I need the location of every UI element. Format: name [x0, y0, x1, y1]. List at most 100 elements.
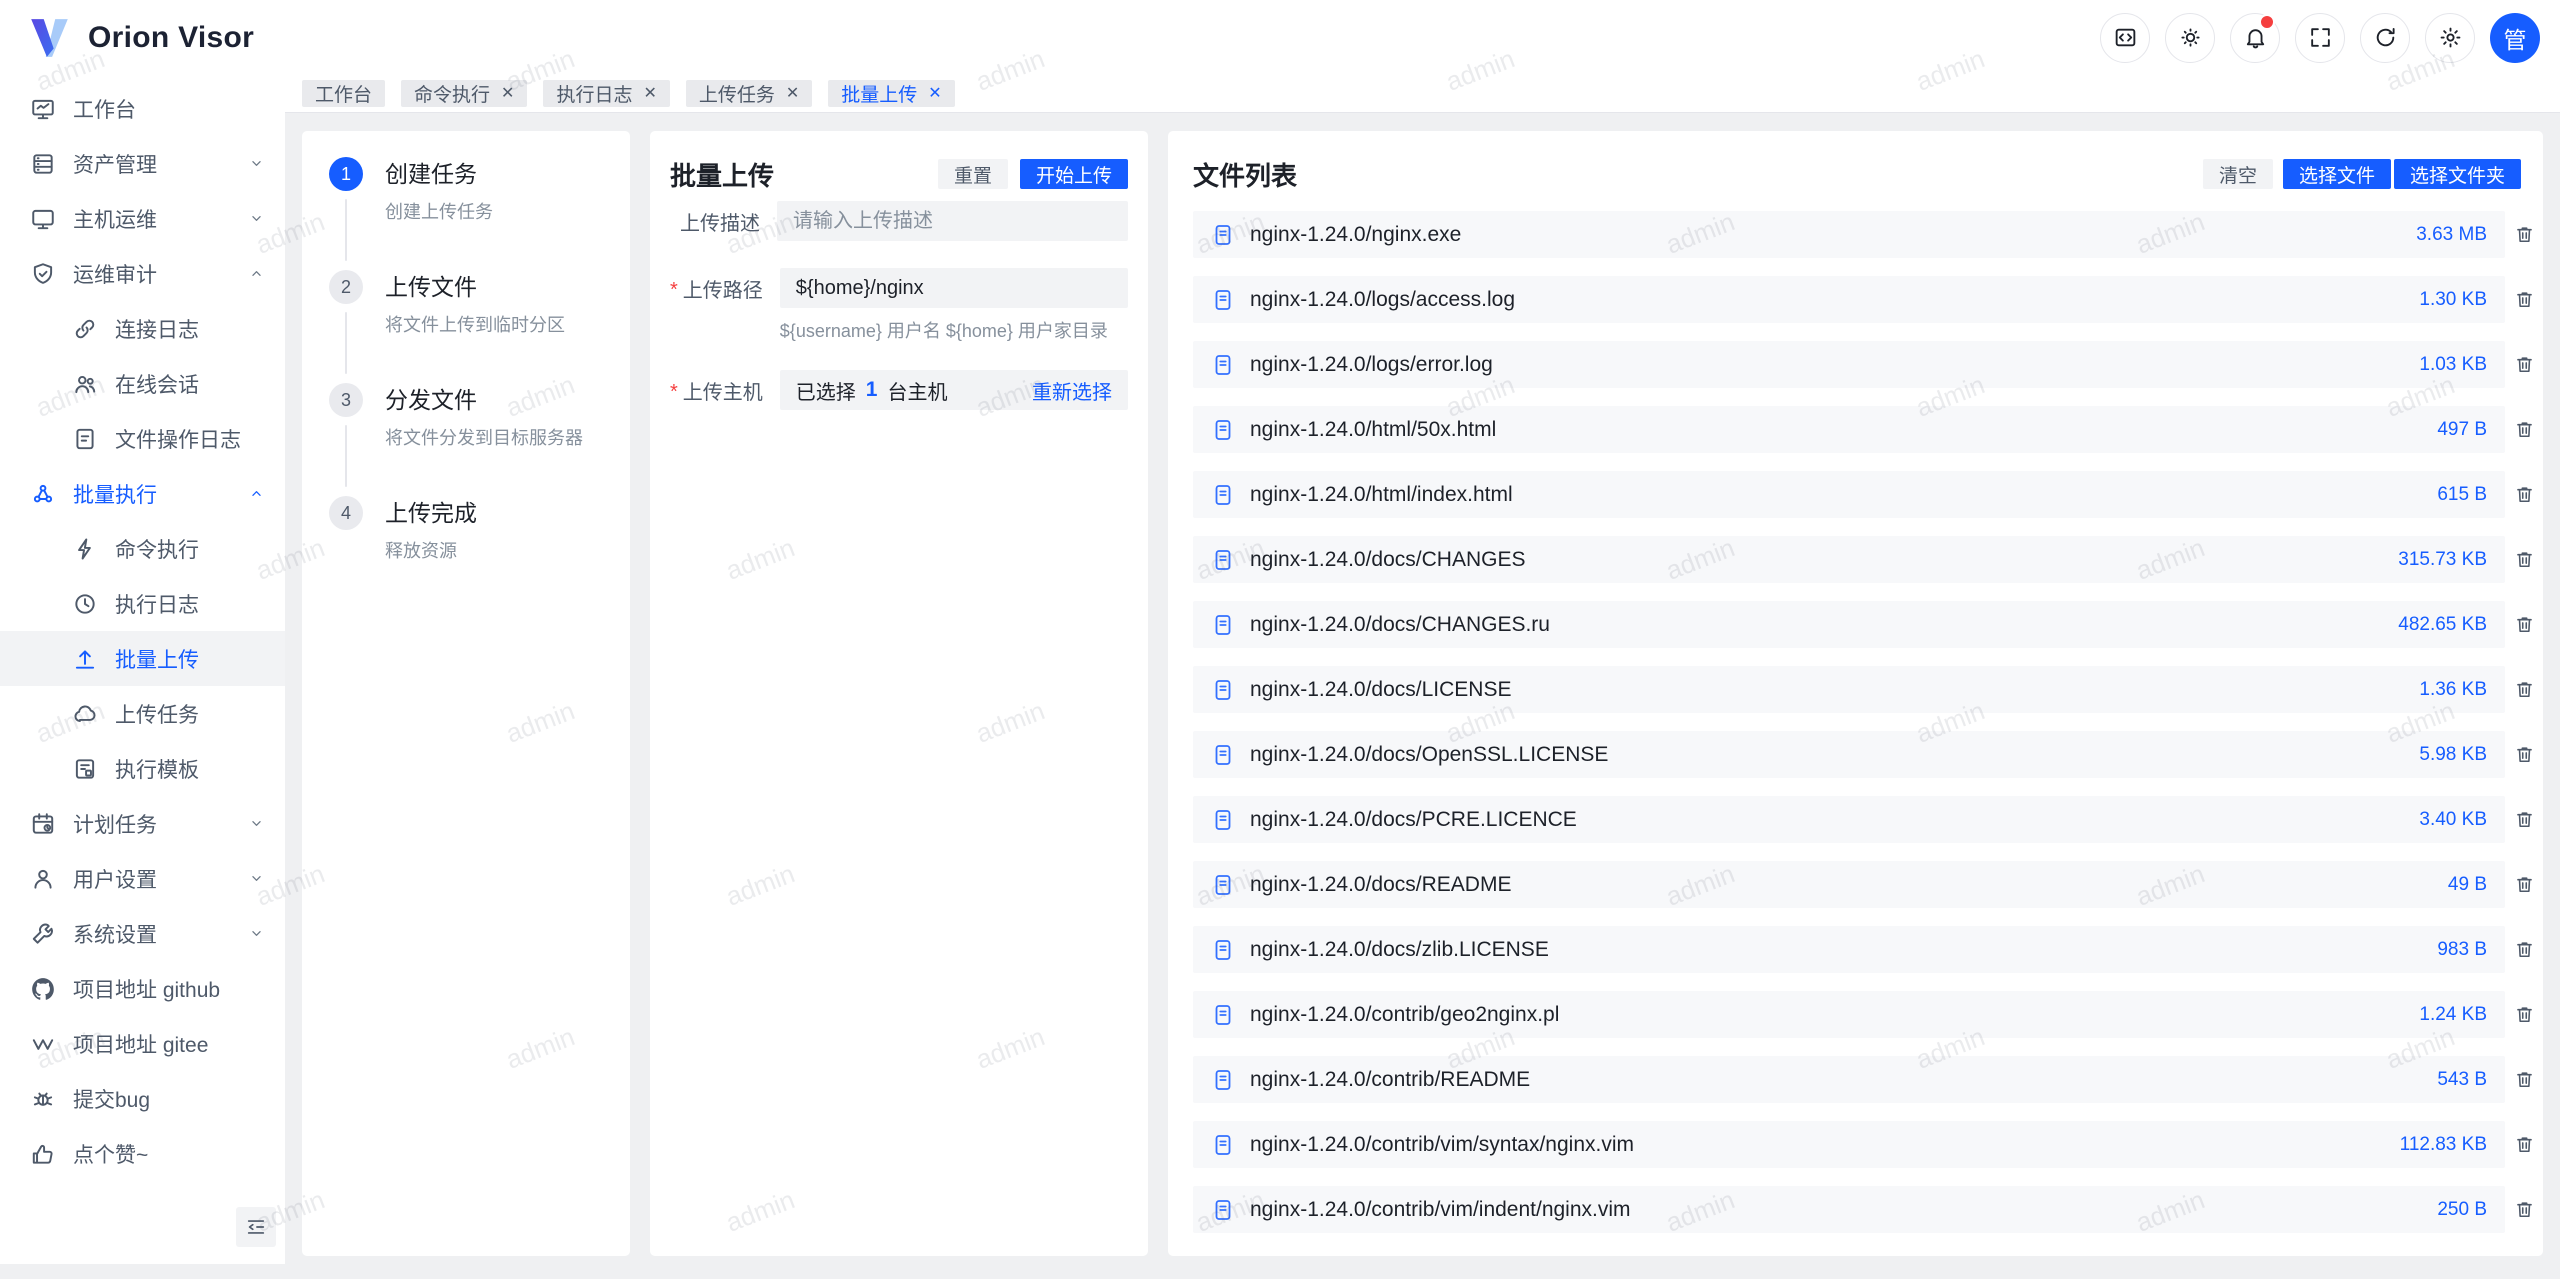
sidebar-item-audit[interactable]: 运维审计 — [0, 246, 285, 301]
select-folder-button[interactable]: 选择文件夹 — [2394, 159, 2521, 189]
file-name: nginx-1.24.0/logs/error.log — [1250, 353, 1493, 377]
sidebar-item-assets[interactable]: 资产管理 — [0, 136, 285, 191]
sidebar-item-sessions[interactable]: 在线会话 — [0, 356, 285, 411]
sidebar-item-workbench[interactable]: 工作台 — [0, 81, 285, 136]
sidebar-item-command[interactable]: 命令执行 — [0, 521, 285, 576]
clear-files-button[interactable]: 清空 — [2203, 159, 2273, 189]
tab-4[interactable]: 上传任务✕ — [686, 80, 812, 107]
delete-file-button[interactable] — [2505, 614, 2543, 635]
tab-3[interactable]: 执行日志 ✕ — [543, 80, 669, 107]
file-document-icon — [1211, 678, 1235, 702]
reselect-hosts-link[interactable]: 重新选择 — [1032, 376, 1112, 405]
sidebar-item-execLog[interactable]: 执行日志 — [0, 576, 285, 631]
tab-close-icon[interactable]: ✕ — [928, 86, 941, 102]
sidebar-item-user[interactable]: 用户设置 — [0, 851, 285, 906]
delete-file-button[interactable] — [2505, 419, 2543, 440]
sidebar-item-label: 点个赞~ — [73, 1139, 265, 1169]
refresh-icon — [2373, 25, 2398, 50]
step-number: 4 — [329, 496, 363, 530]
sidebar-item-schedule[interactable]: 计划任务 — [0, 796, 285, 851]
audit-icon — [30, 261, 56, 287]
delete-file-button[interactable] — [2505, 354, 2543, 375]
file-document-icon — [1211, 548, 1235, 572]
delete-file-button[interactable] — [2505, 874, 2543, 895]
file-row-body: nginx-1.24.0/contrib/geo2nginx.pl1.24 KB — [1193, 991, 2505, 1038]
tab-bar: 工作台命令执行✕执行日志✕上传任务✕批量上传✕ — [285, 75, 2560, 113]
theme-sun-icon — [2178, 25, 2203, 50]
sidebar-item-host[interactable]: 主机运维 — [0, 191, 285, 246]
sidebar-item-gitee[interactable]: 项目地址 gitee — [0, 1016, 285, 1071]
step-number: 3 — [329, 383, 363, 417]
step-title: 创建任务 — [385, 157, 608, 191]
delete-file-button[interactable] — [2505, 549, 2543, 570]
sidebar-item-template[interactable]: 执行模板 — [0, 741, 285, 796]
tab-1[interactable]: 工作台 — [302, 80, 385, 107]
assets-icon — [30, 151, 56, 177]
orion-visor-app: adminadminadminadminadminadminadminadmin… — [0, 0, 2560, 1279]
step-connector — [345, 425, 347, 487]
header-actions: 管 — [2100, 13, 2540, 63]
sidebar-item-github[interactable]: 项目地址 github — [0, 961, 285, 1016]
delete-file-button[interactable] — [2505, 1199, 2543, 1220]
tab-label: 执行日志 — [556, 80, 632, 107]
file-document-icon — [1211, 808, 1235, 832]
start-upload-button[interactable]: 开始上传 — [1020, 159, 1128, 189]
delete-file-button[interactable] — [2505, 744, 2543, 765]
tab-close-icon[interactable]: ✕ — [501, 86, 514, 102]
refresh-button[interactable] — [2360, 13, 2410, 63]
file-row-body: nginx-1.24.0/docs/CHANGES315.73 KB — [1193, 536, 2505, 583]
delete-file-button[interactable] — [2505, 484, 2543, 505]
schedule-icon — [30, 811, 56, 837]
step-2: 2上传文件将文件上传到临时分区 — [329, 270, 608, 383]
tab-close-icon[interactable]: ✕ — [643, 86, 656, 102]
delete-file-button[interactable] — [2505, 1134, 2543, 1155]
brand[interactable]: Orion Visor — [27, 17, 254, 59]
reset-button[interactable]: 重置 — [938, 159, 1008, 189]
theme-sun-button[interactable] — [2165, 13, 2215, 63]
file-row: nginx-1.24.0/docs/CHANGES315.73 KB — [1193, 536, 2543, 583]
sidebar-item-label: 用户设置 — [73, 864, 231, 894]
sidebar-item-label: 项目地址 gitee — [73, 1029, 265, 1059]
sidebar-item-label: 执行日志 — [115, 589, 265, 619]
sidebar-item-cloud[interactable]: 上传任务 — [0, 686, 285, 741]
sidebar-item-upload[interactable]: 批量上传 — [0, 631, 285, 686]
step-number: 2 — [329, 270, 363, 304]
file-size: 250 B — [2417, 1199, 2487, 1221]
tab-5[interactable]: 批量上传✕ — [828, 80, 954, 107]
upload-desc-input[interactable] — [777, 201, 1128, 241]
upload-path-input[interactable] — [780, 268, 1128, 308]
chevron-down-icon — [248, 870, 265, 887]
settings-gear-button[interactable] — [2425, 13, 2475, 63]
file-name: nginx-1.24.0/docs/README — [1250, 873, 1511, 897]
delete-file-button[interactable] — [2505, 939, 2543, 960]
file-document-icon — [1211, 1068, 1235, 1092]
step-desc: 释放资源 — [385, 537, 608, 563]
delete-file-button[interactable] — [2505, 289, 2543, 310]
delete-file-button[interactable] — [2505, 1004, 2543, 1025]
sidebar-item-label: 提交bug — [73, 1084, 265, 1114]
notification-bell-button[interactable] — [2230, 13, 2280, 63]
tab-2[interactable]: 命令执行✕ — [401, 80, 527, 107]
delete-file-button[interactable] — [2505, 809, 2543, 830]
tab-close-icon[interactable]: ✕ — [786, 86, 799, 102]
file-size: 497 B — [2417, 419, 2487, 441]
sidebar-collapse-button[interactable] — [236, 1207, 276, 1247]
code-square-button[interactable] — [2100, 13, 2150, 63]
sidebar-item-system[interactable]: 系统设置 — [0, 906, 285, 961]
fullscreen-button[interactable] — [2295, 13, 2345, 63]
delete-file-button[interactable] — [2505, 224, 2543, 245]
user-avatar[interactable]: 管 — [2490, 13, 2540, 63]
select-file-button[interactable]: 选择文件 — [2283, 159, 2391, 189]
sidebar-item-fileLog[interactable]: 文件操作日志 — [0, 411, 285, 466]
sidebar-item-bug[interactable]: 提交bug — [0, 1071, 285, 1126]
file-row: nginx-1.24.0/logs/error.log1.03 KB — [1193, 341, 2543, 388]
step-desc: 将文件上传到临时分区 — [385, 311, 608, 337]
delete-file-button[interactable] — [2505, 1069, 2543, 1090]
sidebar-item-batch[interactable]: 批量执行 — [0, 466, 285, 521]
upload-desc-field — [777, 201, 1128, 241]
delete-file-button[interactable] — [2505, 679, 2543, 700]
upload-path-helper: ${username} 用户名 ${home} 用户家目录 — [780, 317, 1128, 343]
file-document-icon — [1211, 1133, 1235, 1157]
sidebar-item-like[interactable]: 点个赞~ — [0, 1126, 285, 1181]
sidebar-item-link[interactable]: 连接日志 — [0, 301, 285, 356]
